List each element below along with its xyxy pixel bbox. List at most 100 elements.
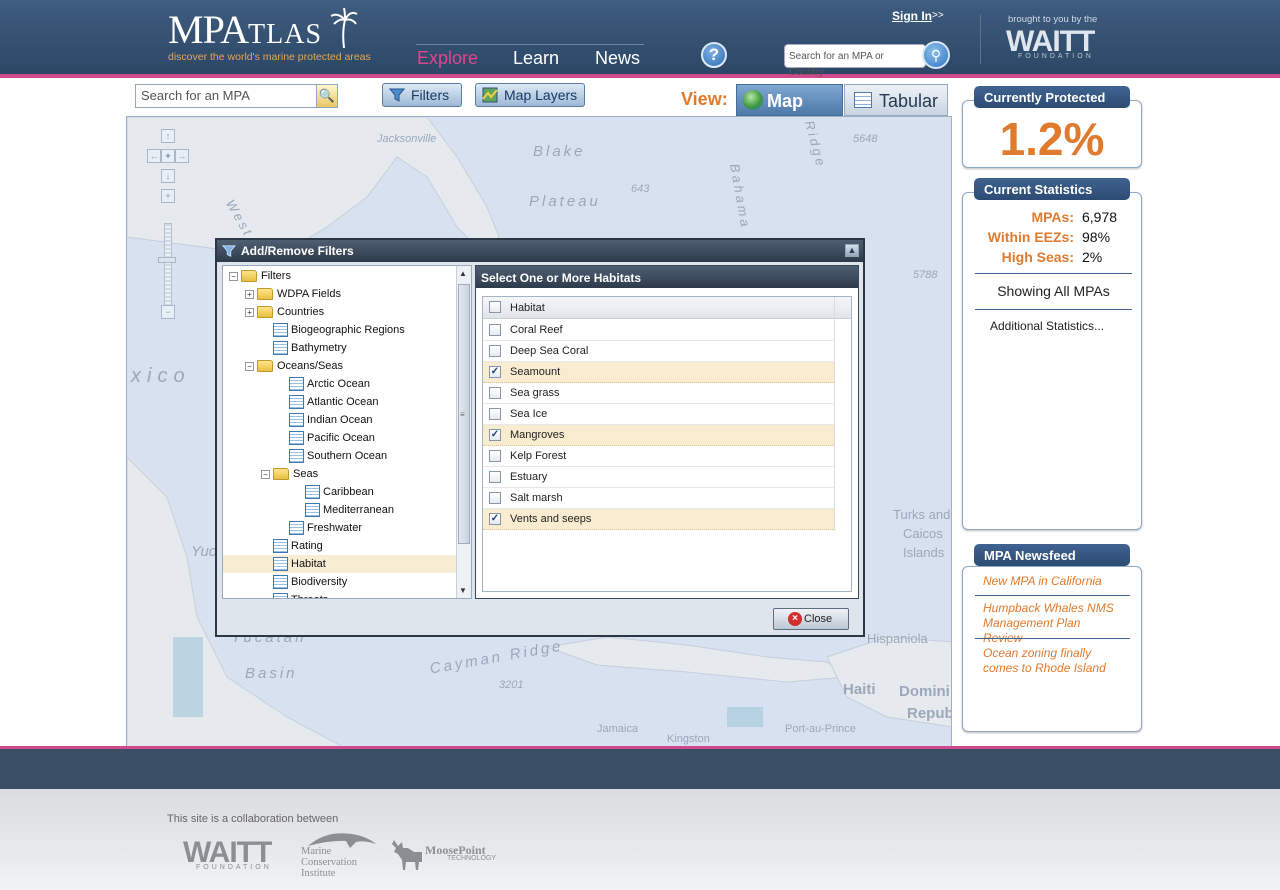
habitat-checkbox[interactable] <box>489 345 501 357</box>
map-label: 643 <box>631 183 650 195</box>
nav-news[interactable]: News <box>595 48 640 69</box>
habitat-checkbox[interactable] <box>489 387 501 399</box>
tree-item[interactable]: Atlantic Ocean <box>223 393 457 411</box>
habitat-row[interactable]: Coral Reef <box>483 320 835 341</box>
map-label: Islands <box>903 545 945 560</box>
mci-line: Marine <box>301 846 332 857</box>
tree-item[interactable]: Mediterranean <box>223 501 457 519</box>
showing-status: Showing All MPAs <box>997 283 1110 299</box>
map-layers-button[interactable]: Map Layers <box>475 83 585 107</box>
news-item[interactable]: New MPA in California <box>983 574 1123 589</box>
map-label: Caicos <box>903 526 943 541</box>
additional-statistics-link[interactable]: Additional Statistics... <box>990 319 1104 333</box>
tree-item[interactable]: Pacific Ocean <box>223 429 457 447</box>
table-icon <box>305 503 320 517</box>
tree-item[interactable]: − Seas <box>223 465 457 483</box>
filters-button[interactable]: Filters <box>382 83 462 107</box>
tree-item-label: Pacific Ocean <box>307 432 375 444</box>
mci-footer-logo[interactable]: Marine Conservation Institute <box>301 846 357 879</box>
scroll-up-icon[interactable]: ▲ <box>459 269 467 278</box>
tree-item[interactable]: Freshwater <box>223 519 457 537</box>
expand-icon[interactable]: + <box>245 290 254 299</box>
habitat-header-label: Habitat <box>510 302 545 314</box>
habitat-row[interactable]: Sea Ice <box>483 404 835 425</box>
divider <box>975 309 1132 310</box>
habitat-checkbox[interactable] <box>489 324 501 336</box>
collapse-icon[interactable]: − <box>245 362 254 371</box>
habitat-row[interactable]: ✓ Mangroves <box>483 425 835 446</box>
tree-item[interactable]: Bathymetry <box>223 339 457 357</box>
habitat-checkbox-checked[interactable]: ✓ <box>489 429 501 441</box>
nav-explore[interactable]: Explore <box>417 48 478 69</box>
tree-item[interactable]: Southern Ocean <box>223 447 457 465</box>
pan-center-icon[interactable]: ✦ <box>161 149 175 163</box>
tree-item[interactable]: + WDPA Fields <box>223 285 457 303</box>
newsfeed-title: MPA Newsfeed <box>974 544 1130 566</box>
habitat-checkbox-checked[interactable]: ✓ <box>489 366 501 378</box>
tree-item[interactable]: Arctic Ocean <box>223 375 457 393</box>
zoom-out-icon[interactable]: − <box>161 305 175 319</box>
sign-in-arrow: >> <box>932 10 944 21</box>
table-icon <box>273 557 288 571</box>
tree-item[interactable]: Caribbean <box>223 483 457 501</box>
select-all-checkbox[interactable] <box>489 301 501 313</box>
tree-scrollbar[interactable]: ▲ ≡ ▼ <box>456 266 471 598</box>
tree-item[interactable]: + Countries <box>223 303 457 321</box>
scroll-down-icon[interactable]: ▼ <box>459 586 467 595</box>
habitat-row[interactable]: ✓ Seamount <box>483 362 835 383</box>
news-item[interactable]: Humpback Whales NMS Management Plan Revi… <box>983 601 1123 646</box>
header-search-input[interactable]: Search for an MPA or Country <box>784 44 926 78</box>
stat-label: MPAs: <box>1031 209 1074 225</box>
mpa-search-input[interactable]: Search for an MPA <box>135 84 317 108</box>
tree-item[interactable]: − Filters <box>223 267 457 285</box>
help-icon[interactable]: ? <box>701 42 727 68</box>
tree-item[interactable]: − Oceans/Seas <box>223 357 457 375</box>
pan-down-icon[interactable]: ↓ <box>161 169 175 183</box>
collapse-icon[interactable]: − <box>229 272 238 281</box>
map-label: Yuc <box>191 543 217 560</box>
habitat-checkbox-checked[interactable]: ✓ <box>489 513 501 525</box>
habitat-row[interactable]: Kelp Forest <box>483 446 835 467</box>
dialog-collapse-icon[interactable]: ▲ <box>845 244 859 257</box>
mpa-search-button[interactable]: 🔍 <box>316 84 338 108</box>
pan-left-icon[interactable]: ← <box>147 149 161 163</box>
tree-item-label: Filters <box>261 270 291 282</box>
nav-learn[interactable]: Learn <box>513 48 559 69</box>
habitat-label: Sea Ice <box>510 408 548 420</box>
habitat-row[interactable]: Sea grass <box>483 383 835 404</box>
filter-tree: − Filters + WDPA Fields + Countries Biogeograp… <box>222 265 472 599</box>
mci-line: Institute <box>301 868 336 879</box>
habitat-checkbox[interactable] <box>489 492 501 504</box>
pan-right-icon[interactable]: → <box>175 149 189 163</box>
tree-item[interactable]: Threats <box>223 591 457 598</box>
news-item[interactable]: Ocean zoning finally comes to Rhode Isla… <box>983 646 1123 676</box>
zoom-slider[interactable] <box>164 223 172 313</box>
search-icon[interactable]: ⚲ <box>922 41 950 69</box>
tree-item[interactable]: Biodiversity <box>223 573 457 591</box>
table-icon <box>289 377 304 391</box>
brought-by-text: brought to you by the <box>1008 14 1098 25</box>
zoom-slider-handle[interactable] <box>158 257 176 263</box>
expand-icon[interactable]: + <box>245 308 254 317</box>
habitat-checkbox[interactable] <box>489 450 501 462</box>
magnifier-icon: 🔍 <box>318 88 336 103</box>
tree-item[interactable]: Habitat <box>223 555 457 573</box>
habitat-row[interactable]: Deep Sea Coral <box>483 341 835 362</box>
tree-item[interactable]: Biogeographic Regions <box>223 321 457 339</box>
dialog-title[interactable]: Add/Remove Filters <box>217 240 863 262</box>
table-icon <box>289 395 304 409</box>
close-button[interactable]: × Close <box>773 608 849 630</box>
tree-item[interactable]: Rating <box>223 537 457 555</box>
tree-item-label: Oceans/Seas <box>277 360 344 372</box>
collapse-icon[interactable]: − <box>261 470 270 479</box>
pan-up-icon[interactable]: ↑ <box>161 129 175 143</box>
zoom-in-icon[interactable]: + <box>161 189 175 203</box>
habitat-row[interactable]: Salt marsh <box>483 488 835 509</box>
site-logo[interactable]: MPATLAS <box>168 10 322 55</box>
sign-in-link[interactable]: Sign In <box>892 9 932 23</box>
habitat-checkbox[interactable] <box>489 471 501 483</box>
habitat-row[interactable]: ✓ Vents and seeps <box>483 509 835 530</box>
tree-item[interactable]: Indian Ocean <box>223 411 457 429</box>
habitat-checkbox[interactable] <box>489 408 501 420</box>
habitat-row[interactable]: Estuary <box>483 467 835 488</box>
